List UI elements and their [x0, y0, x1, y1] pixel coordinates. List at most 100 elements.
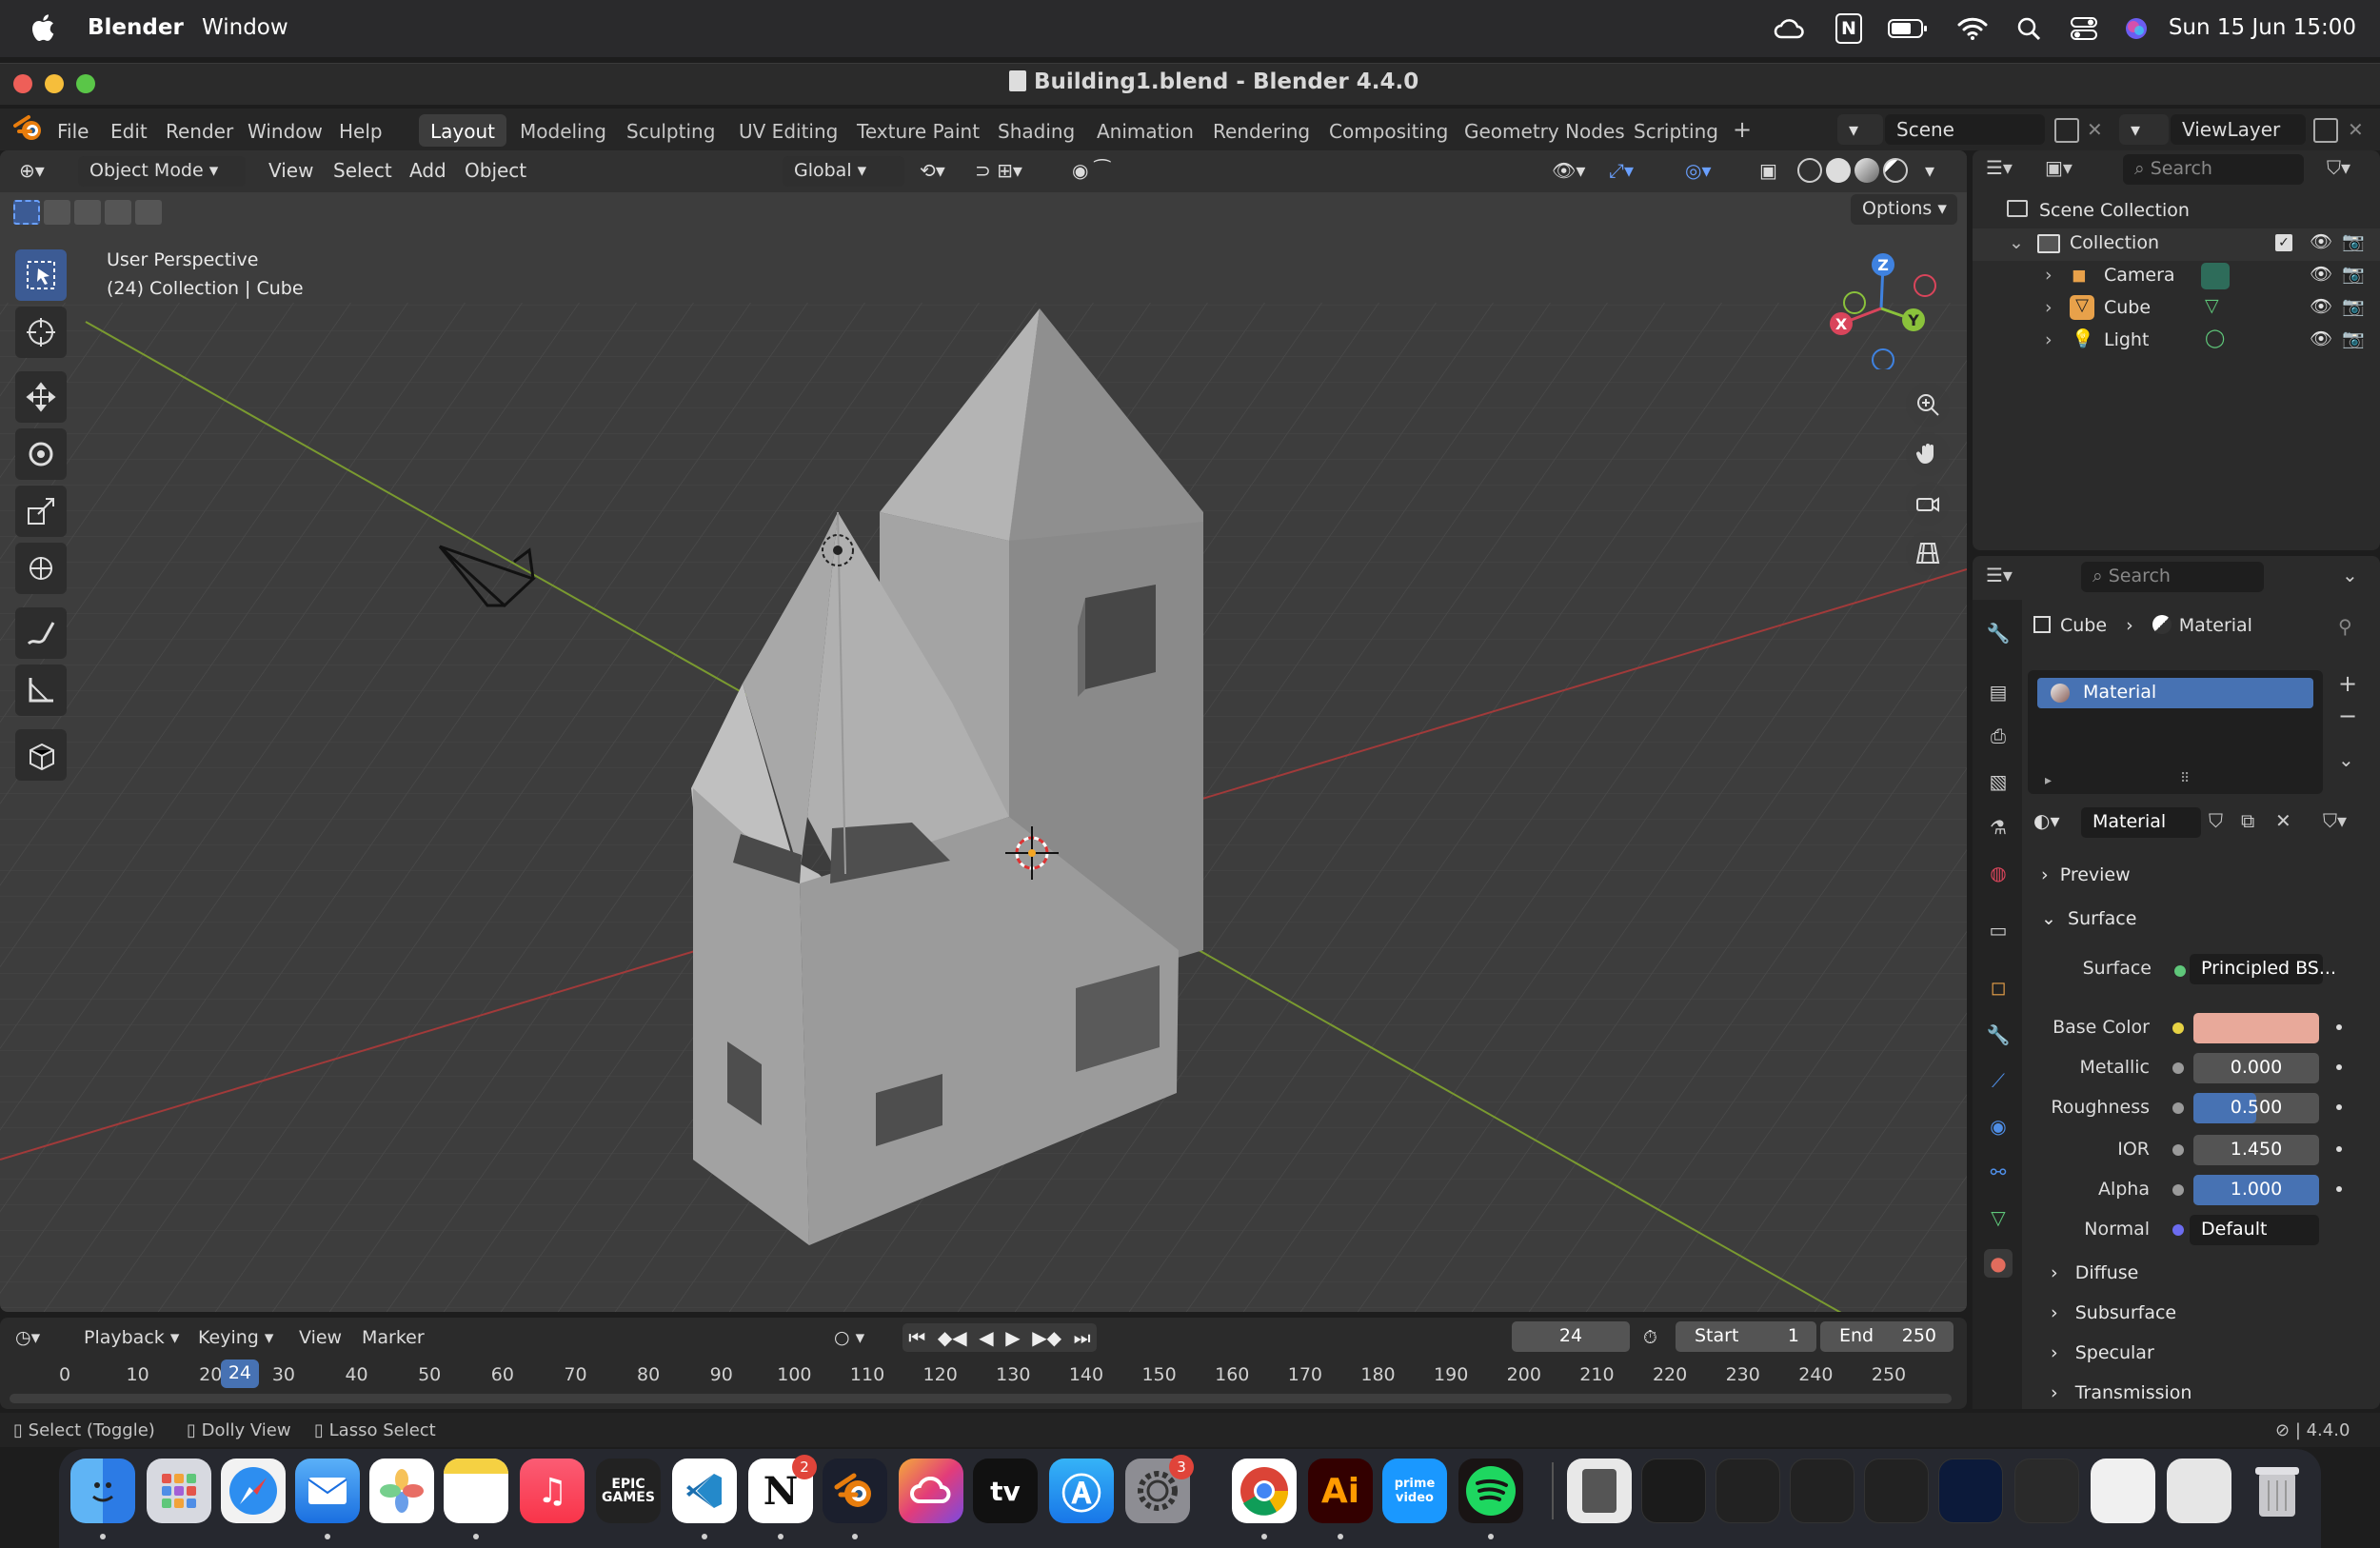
new-scene-icon[interactable] [2054, 118, 2079, 143]
annotate-tool[interactable] [15, 607, 67, 659]
tab-animation[interactable]: Animation [1085, 114, 1205, 147]
remove-material-slot-icon[interactable]: − [2338, 703, 2357, 729]
wifi-icon[interactable] [1957, 13, 1988, 44]
select-subtract-icon[interactable] [74, 200, 101, 225]
timeline-menu-view[interactable]: View [299, 1327, 342, 1348]
surface-socket-dot[interactable] [2174, 965, 2186, 977]
material-properties-tab-icon[interactable]: ● [1984, 1249, 2013, 1278]
creative-cloud-dock-icon[interactable] [899, 1459, 963, 1523]
camera-visibility-eye-icon[interactable]: 👁 [2310, 263, 2332, 285]
ior-keyframe-dot[interactable] [2336, 1146, 2342, 1152]
gizmo-neg-y-axis[interactable] [1843, 291, 1866, 314]
menu-file[interactable]: File [57, 120, 89, 143]
base-color-socket-dot[interactable] [2172, 1022, 2184, 1034]
outliner-row-scene-collection[interactable]: Scene Collection [1973, 196, 2380, 228]
scene-properties-tab-icon[interactable]: ⚗ [1984, 813, 2013, 842]
metallic-keyframe-dot[interactable] [2336, 1064, 2342, 1070]
light-visibility-eye-icon[interactable]: 👁 [2310, 327, 2332, 349]
jump-to-keyframe-back-icon[interactable]: ◆◀ [938, 1326, 967, 1349]
solid-shading-icon[interactable] [1826, 158, 1851, 183]
tool-properties-tab-icon[interactable]: 🔧 [1984, 619, 2013, 647]
camera-view-icon[interactable] [1906, 482, 1950, 526]
data-properties-tab-icon[interactable]: ▽ [1984, 1203, 2013, 1232]
snap-icon[interactable]: ⊃ ⊞▾ [975, 159, 1022, 182]
music-icon[interactable]: ♫ [520, 1459, 585, 1523]
chrome-icon[interactable] [1232, 1459, 1297, 1523]
output-properties-tab-icon[interactable]: ⎙ [1984, 722, 2013, 750]
outliner-search-input[interactable]: ⌕ Search [2123, 154, 2304, 185]
properties-search-input[interactable]: ⌕ Search [2081, 562, 2264, 592]
pivot-point-icon[interactable]: ⟲▾ [920, 159, 945, 182]
roughness-slider[interactable]: 0.500 [2193, 1093, 2319, 1123]
rendered-shading-icon[interactable] [1883, 158, 1908, 183]
gizmo-neg-x-axis[interactable] [1914, 274, 1936, 297]
rotate-tool[interactable] [15, 428, 67, 480]
camera-render-icon[interactable]: 📷 [2342, 263, 2365, 285]
jump-to-end-icon[interactable]: ⏭ [1074, 1326, 1091, 1349]
light-render-icon[interactable]: 📷 [2342, 327, 2365, 349]
timeline-editor-type-icon[interactable]: ◷▾ [15, 1327, 40, 1348]
tab-shading[interactable]: Shading [986, 114, 1086, 147]
xray-toggle-icon[interactable]: ▣ [1759, 159, 1777, 182]
timeline-menu-marker[interactable]: Marker [362, 1327, 425, 1348]
transform-orientation-dropdown[interactable]: Global ▾ [783, 156, 904, 187]
surface-shader-dropdown[interactable]: Principled BS... [2190, 954, 2336, 984]
current-frame-field[interactable]: 24 [1512, 1321, 1630, 1352]
outliner-row-collection[interactable]: ⌄ Collection ✓ 👁 📷 [1973, 228, 2380, 261]
wireframe-shading-icon[interactable] [1797, 158, 1822, 183]
stopwatch-icon[interactable]: ⏱ [1643, 1327, 1657, 1348]
cube-expand-chevron-icon[interactable]: › [2045, 297, 2053, 318]
duplicate-material-icon[interactable]: ⧉ [2241, 809, 2254, 832]
menu-help[interactable]: Help [339, 120, 383, 143]
illustrator-icon[interactable]: Ai [1308, 1459, 1373, 1523]
minimized-window-8[interactable] [2167, 1459, 2231, 1523]
apple-icon[interactable] [29, 11, 55, 44]
collection-visibility-eye-icon[interactable]: 👁 [2310, 230, 2332, 252]
add-material-slot-icon[interactable]: + [2338, 670, 2357, 697]
tab-scripting[interactable]: Scripting [1622, 114, 1730, 147]
timeline-menu-keying[interactable]: Keying ▾ [198, 1327, 273, 1348]
tab-compositing[interactable]: Compositing [1318, 114, 1459, 147]
zoom-window-button[interactable] [76, 74, 95, 93]
timeline-menu-playback[interactable]: Playback ▾ [84, 1327, 179, 1348]
add-cube-tool[interactable] [15, 729, 67, 781]
auto-keying-record-icon[interactable]: ○ ▾ [834, 1327, 864, 1348]
spotlight-search-icon[interactable] [2014, 13, 2043, 44]
control-center-icon[interactable] [2070, 13, 2098, 44]
notion-status-icon[interactable]: N [1835, 13, 1862, 44]
modifier-properties-tab-icon[interactable]: 🔧 [1984, 1021, 2013, 1049]
3d-viewport[interactable]: ⊕▾ Object Mode ▾ View Select Add Object … [0, 150, 1967, 1312]
view-layer-selector-icon[interactable]: ▾ [2119, 114, 2169, 145]
end-frame-field[interactable]: End 250 [1820, 1321, 1954, 1352]
cursor-tool[interactable] [15, 307, 67, 358]
tab-layout[interactable]: Layout [419, 114, 506, 147]
alpha-socket-dot[interactable] [2172, 1184, 2184, 1196]
view-layer-name-field[interactable]: ViewLayer [2171, 114, 2306, 145]
surface-panel-header[interactable]: ⌄ Surface [2028, 901, 2351, 939]
new-view-layer-icon[interactable] [2313, 118, 2338, 143]
overlays-toggle-icon[interactable]: ◎▾ [1685, 159, 1712, 182]
perspective-toggle-grid-icon[interactable] [1906, 531, 1950, 575]
link-options-funnel-icon[interactable]: ⛉▾ [2323, 809, 2347, 832]
alpha-keyframe-dot[interactable] [2336, 1186, 2342, 1192]
outliner-row-light[interactable]: › 💡 Light ◯ 👁 📷 [1973, 326, 2380, 358]
minimize-window-button[interactable] [45, 74, 64, 93]
minimized-window-3[interactable] [1790, 1459, 1854, 1523]
subsurface-subpanel-header[interactable]: › Subsurface [2028, 1295, 2351, 1333]
tab-geometry-nodes[interactable]: Geometry Nodes [1453, 114, 1636, 147]
ior-field[interactable]: 1.450 [2193, 1135, 2319, 1165]
alpha-slider[interactable]: 1.000 [2193, 1175, 2319, 1205]
viewport-options-dropdown[interactable]: Options ▾ [1851, 194, 1957, 225]
minimized-window-7[interactable] [2091, 1459, 2155, 1523]
base-color-keyframe-dot[interactable] [2336, 1024, 2342, 1030]
epic-games-icon[interactable]: EPIC GAMES [596, 1459, 661, 1523]
menu-bar-clock[interactable]: Sun 15 Jun 15:00 [2169, 15, 2356, 40]
scene-selector-icon[interactable]: ▾ [1837, 114, 1883, 145]
physics-properties-tab-icon[interactable]: ◉ [1984, 1112, 2013, 1141]
object-properties-tab-icon[interactable]: ◻ [1984, 973, 2013, 1002]
light-expand-chevron-icon[interactable]: › [2045, 329, 2053, 350]
creative-cloud-icon[interactable] [1773, 13, 1807, 44]
delete-view-layer-icon[interactable]: ✕ [2348, 118, 2364, 141]
safari-icon[interactable] [221, 1459, 286, 1523]
specular-subpanel-header[interactable]: › Specular [2028, 1335, 2351, 1373]
